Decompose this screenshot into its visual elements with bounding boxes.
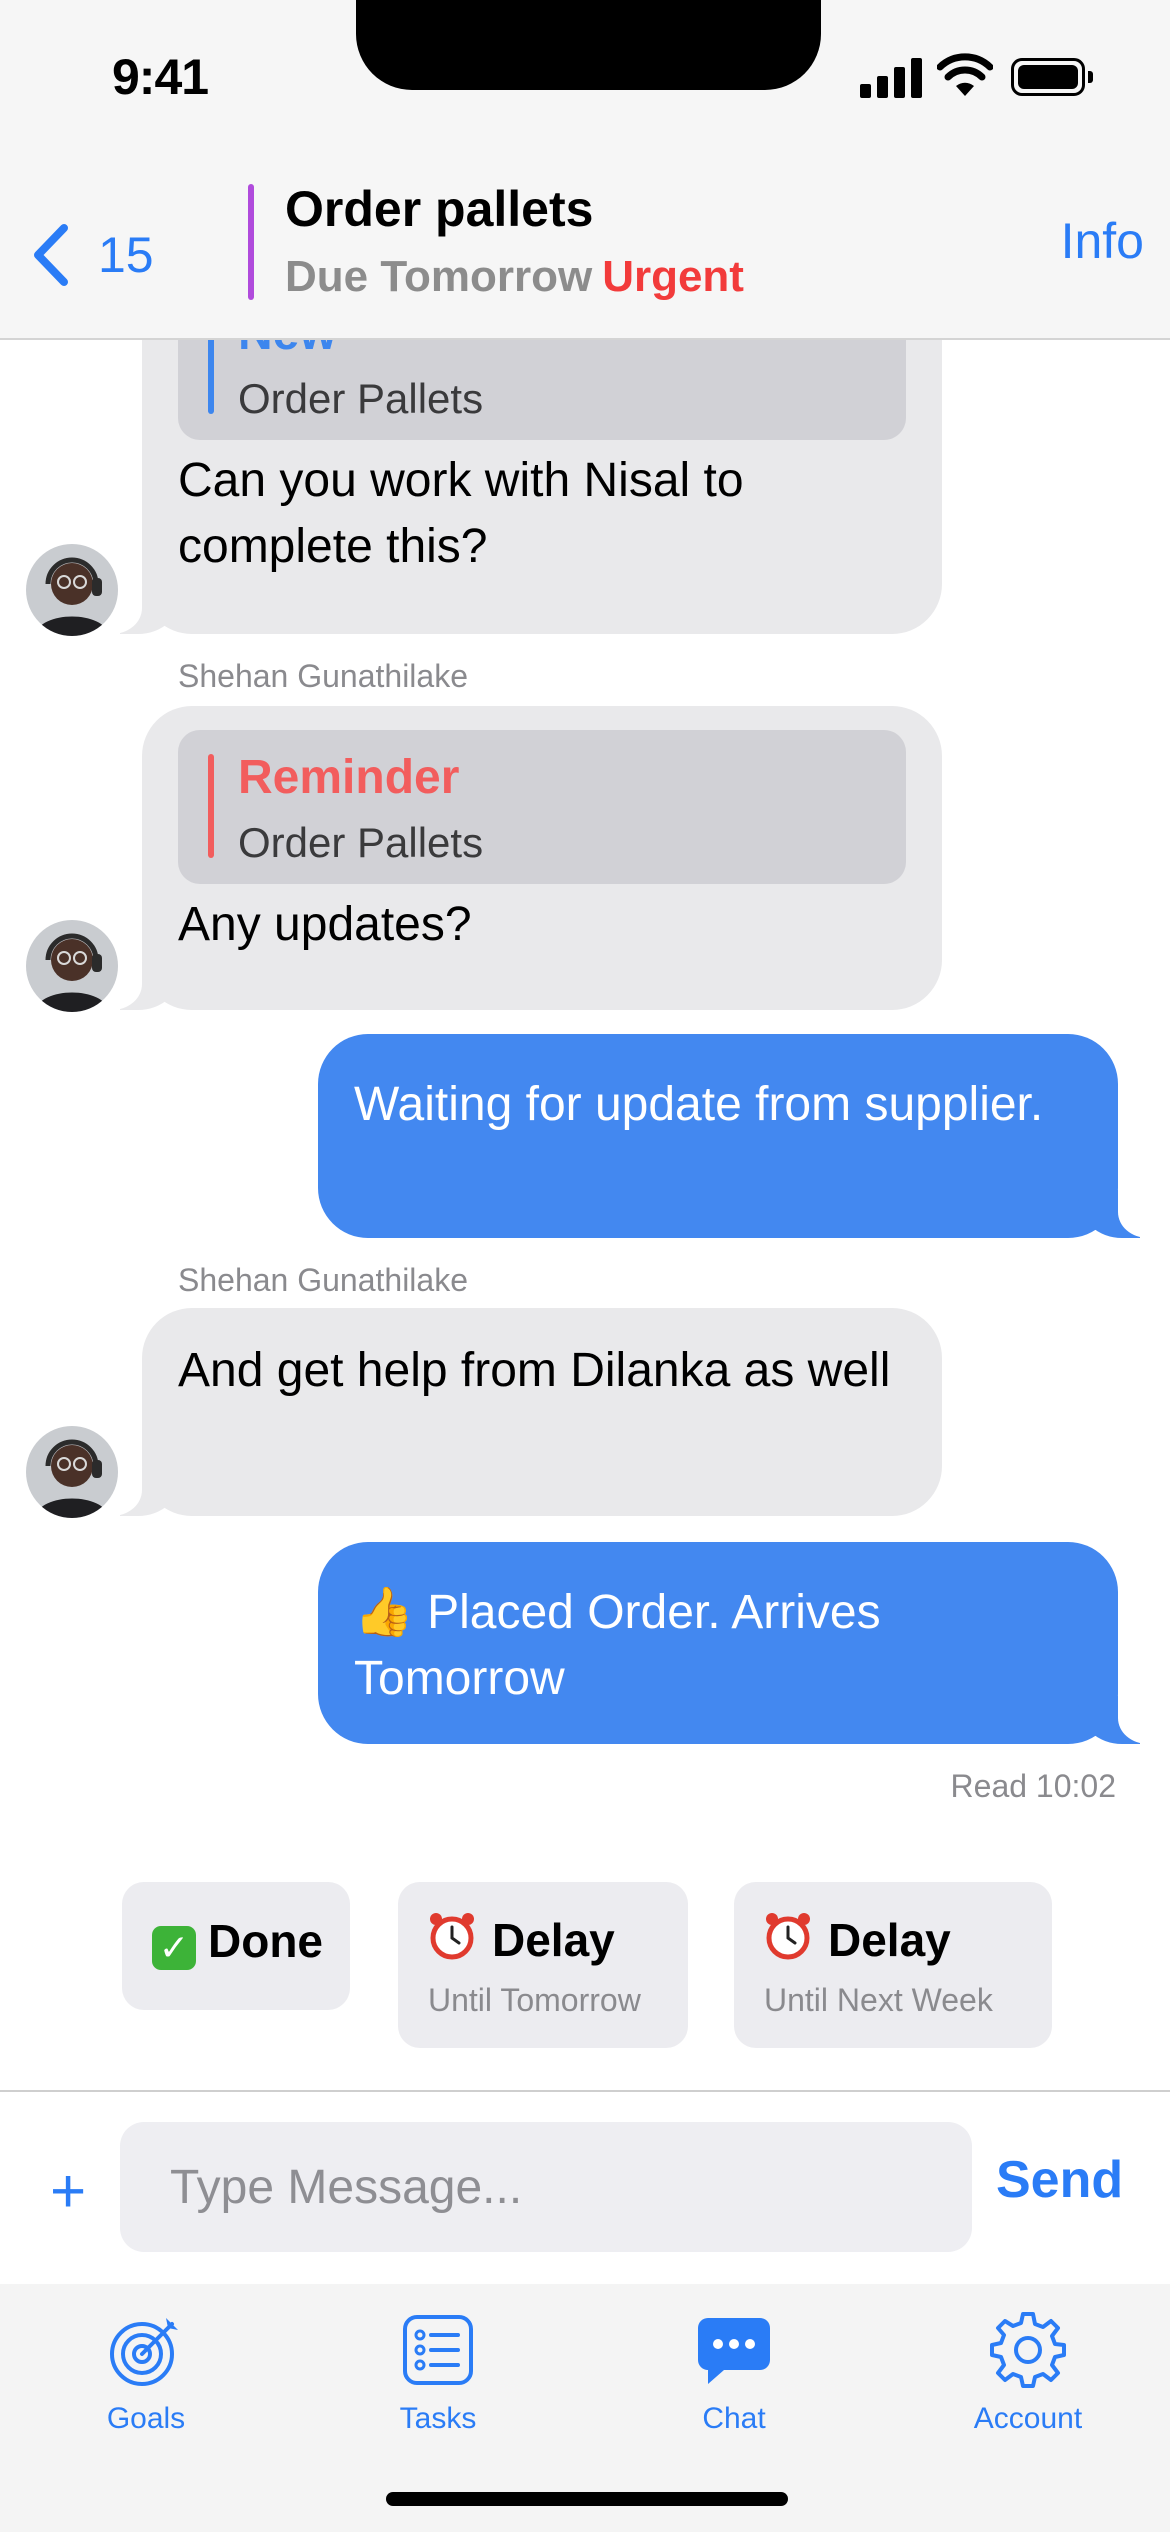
alarm-clock-icon (766, 1913, 810, 1960)
delay-until-tomorrow-button[interactable]: Delay Until Tomorrow (398, 1882, 688, 2048)
tab-label: Tasks (399, 2402, 477, 2435)
message-text-body: Placed Order. Arrives Tomorrow (354, 1586, 881, 1705)
task-color-marker (248, 184, 254, 300)
task-subtitle: Due Tomorrow Urgent (285, 252, 744, 302)
message-text: 👍 Placed Order. Arrives Tomorrow (354, 1580, 1082, 1712)
action-sublabel: Until Tomorrow (428, 1982, 641, 2018)
check-mark-icon: ✓ (152, 1926, 196, 1970)
quote-tag: Reminder (238, 751, 460, 804)
message-bubble-incoming[interactable]: Reminder Order Pallets Any updates? (100, 706, 942, 1010)
quote-text: Order Pallets (238, 819, 484, 866)
alarm-clock-icon (430, 1913, 474, 1960)
message-input[interactable] (120, 2122, 972, 2252)
due-label: Due Tomorrow (285, 252, 593, 301)
tab-label: Chat (702, 2402, 766, 2435)
quote-text: Order Pallets (238, 375, 484, 422)
tab-goals[interactable]: Goals (36, 2310, 256, 2436)
message-text: Can you work with Nisal to complete this… (178, 454, 744, 573)
message-bubble-outgoing[interactable]: 👍 Placed Order. Arrives Tomorrow (318, 1542, 1160, 1744)
chevron-left-icon (34, 224, 68, 286)
delay-until-next-week-button[interactable]: Delay Until Next Week (734, 1882, 1052, 2048)
message-text: And get help from Dilanka as well (178, 1344, 891, 1397)
message-bubble-incoming[interactable]: And get help from Dilanka as well (100, 1308, 942, 1516)
action-label: Delay (762, 1910, 951, 1967)
tab-tasks[interactable]: Tasks (328, 2310, 548, 2436)
tab-label: Goals (106, 2402, 186, 2435)
info-button[interactable]: Info (1061, 212, 1144, 270)
chat-bubble-icon (698, 2318, 770, 2384)
target-icon (110, 2318, 178, 2386)
action-label: Delay (426, 1910, 615, 1967)
tab-chat[interactable]: Chat (624, 2310, 844, 2436)
avatar[interactable] (26, 1426, 118, 1518)
send-button[interactable]: Send (996, 2150, 1123, 2210)
read-receipt: Read 10:02 (950, 1768, 1116, 1804)
message-bubble-outgoing[interactable]: Waiting for update from supplier. (318, 1034, 1160, 1238)
chat-header: 15 Order pallets Due Tomorrow Urgent Info (0, 170, 1170, 340)
sender-name: Shehan Gunathilake (178, 1262, 468, 1298)
quoted-task[interactable]: Reminder Order Pallets (178, 730, 906, 884)
action-sublabel: Until Next Week (764, 1982, 993, 2018)
checklist-icon (403, 2315, 473, 2385)
action-label: ✓ Done (152, 1914, 323, 1970)
tab-account[interactable]: Account (918, 2310, 1138, 2436)
message-text: Waiting for update from supplier. (354, 1078, 1044, 1131)
unread-count: 15 (98, 227, 154, 283)
page-title: Order pallets (285, 181, 594, 237)
sender-name: Shehan Gunathilake (178, 658, 468, 694)
message-text: Any updates? (178, 898, 472, 951)
quote-bar (208, 754, 214, 858)
back-button[interactable]: 15 (30, 210, 154, 300)
tab-label: Account (973, 2402, 1083, 2435)
done-action-button[interactable]: ✓ Done (122, 1882, 350, 2010)
home-indicator[interactable] (386, 2492, 788, 2506)
add-attachment-button[interactable]: + (50, 2161, 86, 2223)
message-composer: + Send (0, 2090, 1170, 2284)
thumbs-up-emoji: 👍 (354, 1586, 414, 1639)
avatar[interactable] (26, 544, 118, 636)
tab-bar: Goals Tasks Chat Account (0, 2284, 1170, 2532)
avatar[interactable] (26, 920, 118, 1012)
gear-icon (990, 2312, 1066, 2388)
priority-badge: Urgent (602, 252, 744, 301)
